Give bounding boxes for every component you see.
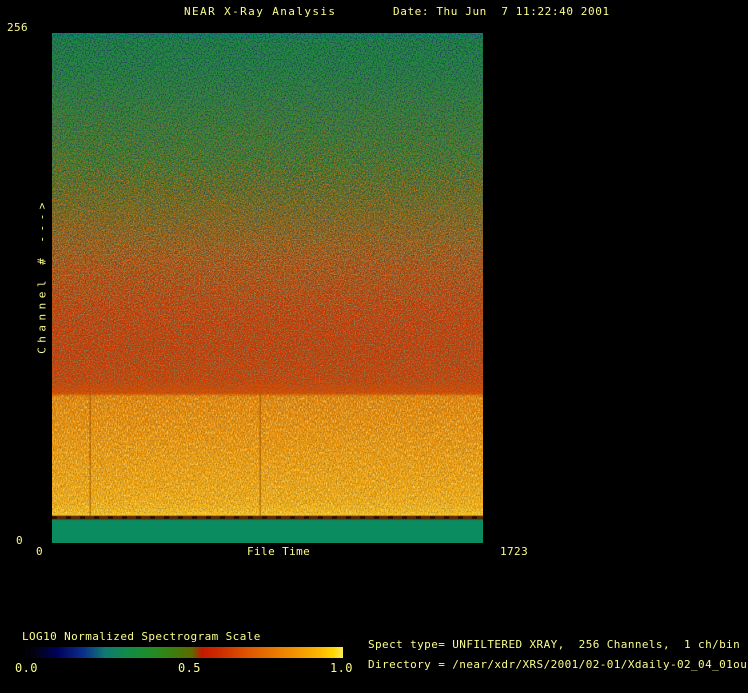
y-axis-max-label: 256 bbox=[7, 21, 29, 34]
spectrogram-plot bbox=[52, 33, 483, 543]
directory-text: Directory = /near/xdr/XRS/2001/02-01/Xda… bbox=[368, 658, 748, 671]
y-axis-title: Channel # ---> bbox=[35, 198, 49, 354]
spectrogram-image bbox=[52, 33, 483, 543]
x-axis-min-label: 0 bbox=[36, 545, 44, 558]
header-date: Date: Thu Jun 7 11:22:40 2001 bbox=[393, 5, 610, 18]
colorbar-tick-1: 0.5 bbox=[178, 661, 201, 675]
colorbar-title: LOG10 Normalized Spectrogram Scale bbox=[22, 630, 261, 643]
spect-type-text: Spect type= UNFILTERED XRAY, 256 Channel… bbox=[368, 638, 741, 651]
page-title: NEAR X-Ray Analysis bbox=[184, 5, 337, 18]
app-window: NEAR X-Ray Analysis Date: Thu Jun 7 11:2… bbox=[0, 0, 748, 693]
colorbar-tick-2: 1.0 bbox=[330, 661, 353, 675]
x-axis-title: File Time bbox=[247, 545, 311, 558]
y-axis-min-label: 0 bbox=[16, 534, 24, 547]
x-axis-max-label: 1723 bbox=[500, 545, 529, 558]
colorbar-tick-0: 0.0 bbox=[15, 661, 38, 675]
colorbar-gradient bbox=[22, 647, 343, 658]
